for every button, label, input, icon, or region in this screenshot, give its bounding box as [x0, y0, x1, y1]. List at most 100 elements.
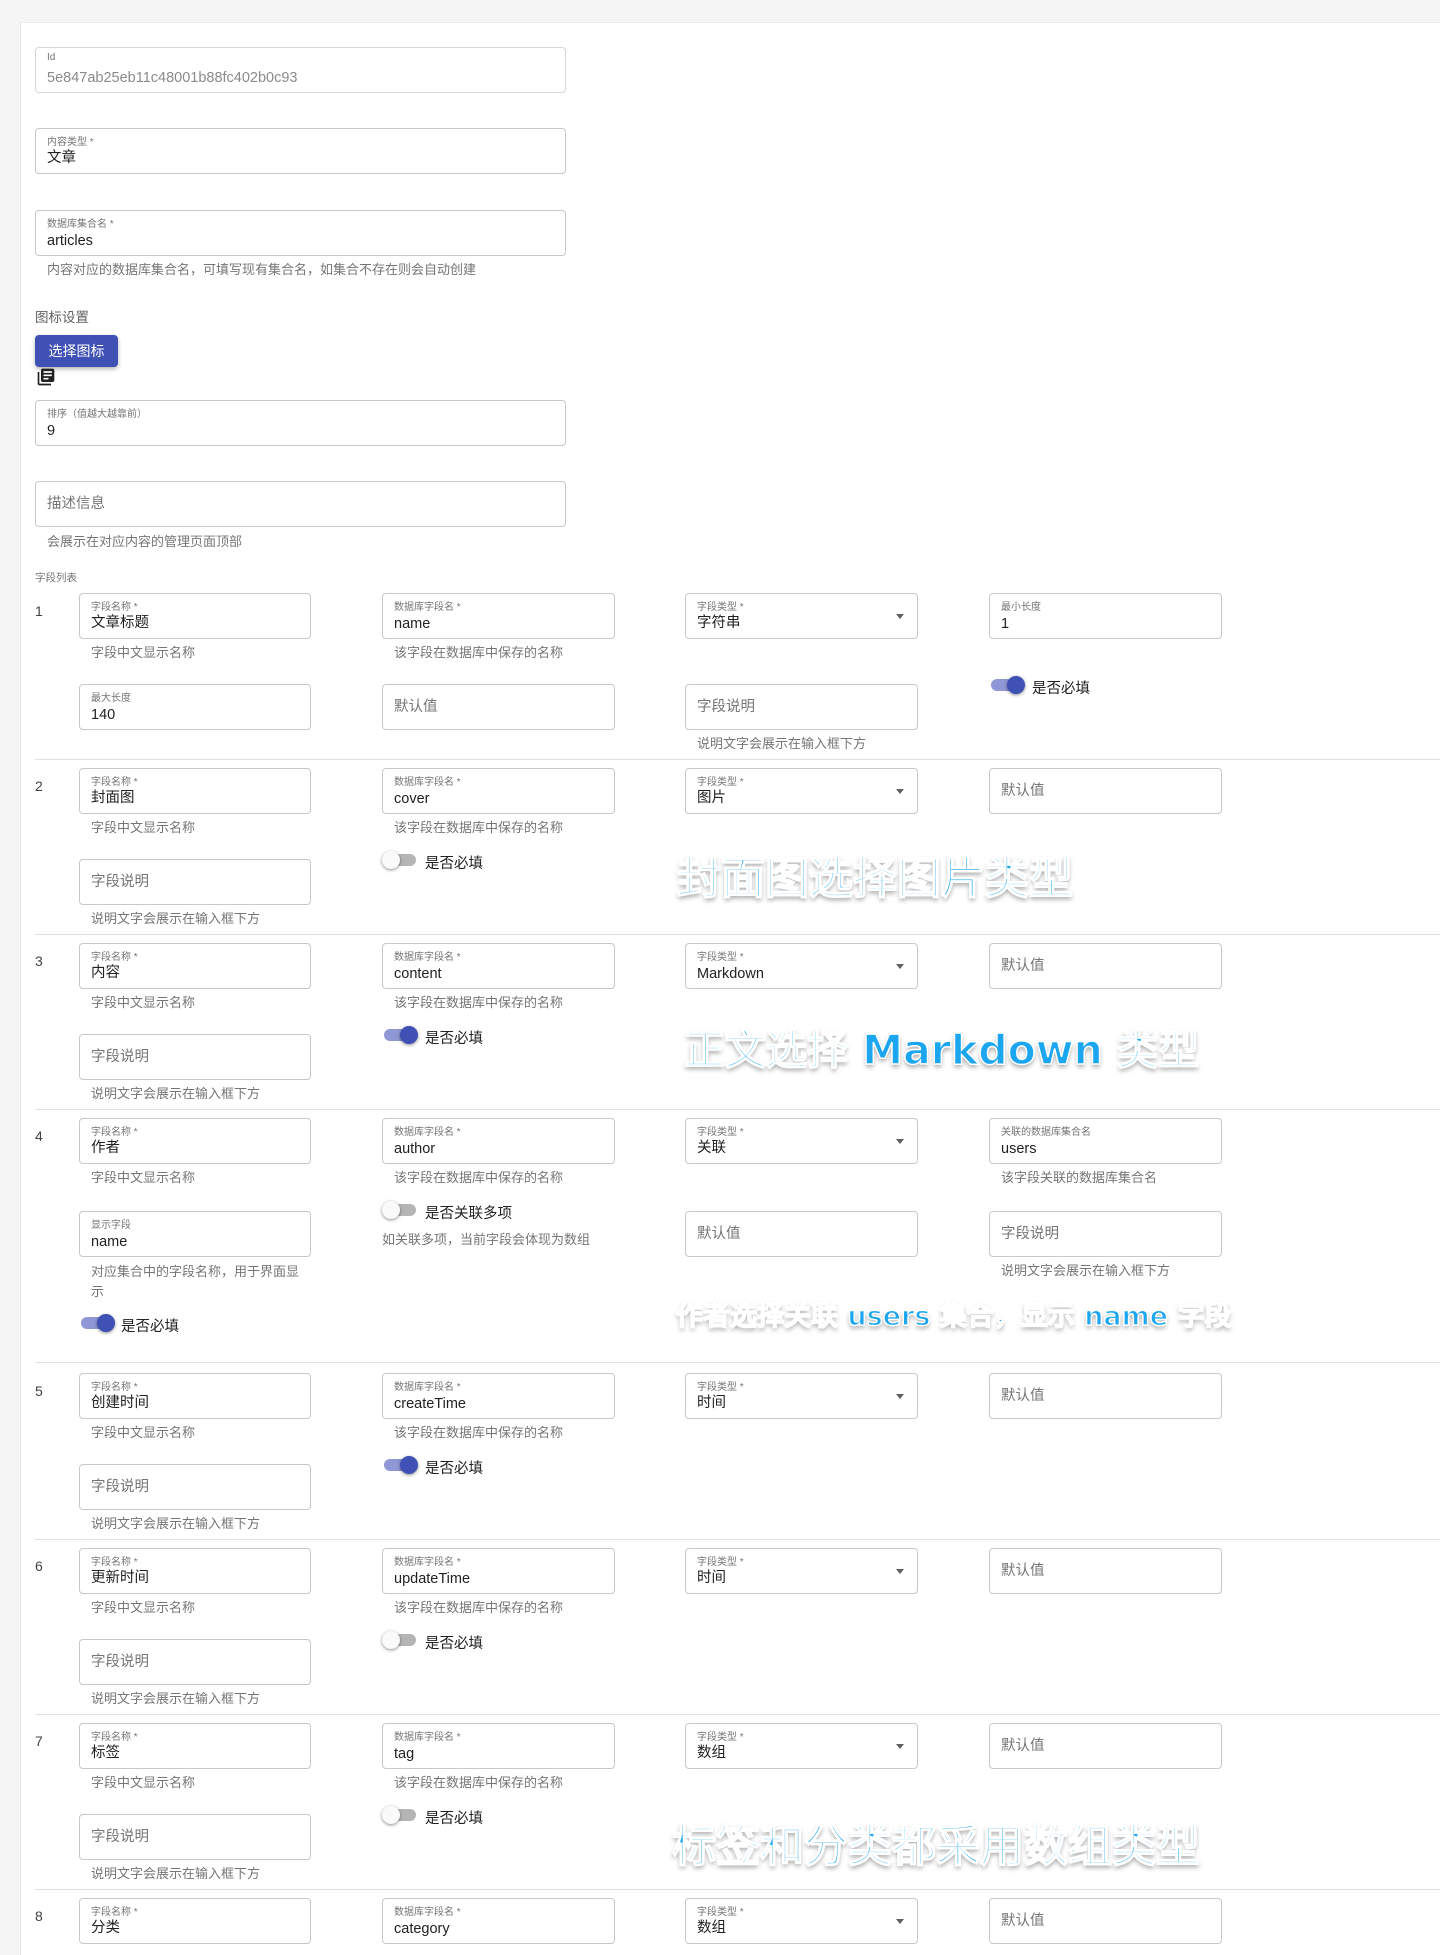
field-description-input[interactable]: 字段说明 — [79, 1814, 311, 1860]
icon-settings-label: 图标设置 — [35, 310, 89, 325]
input-label: 数据库字段名 * — [394, 1557, 461, 1568]
input-placeholder: 默认值 — [1001, 1563, 1045, 1579]
field-type-select[interactable]: 字段类型 * 时间 — [685, 1373, 918, 1419]
dropdown-arrow-icon — [896, 1569, 904, 1574]
input-value: content — [394, 966, 442, 982]
min-length-input[interactable]: 最小长度 1 — [989, 593, 1222, 639]
default-value-input[interactable]: 默认值 — [989, 1373, 1222, 1419]
default-value-input[interactable]: 默认值 — [382, 684, 615, 730]
db-field-name-helper: 该字段在数据库中保存的名称 — [394, 645, 564, 660]
db-field-name-input[interactable]: 数据库字段名 * name — [382, 593, 615, 639]
input-value: 标签 — [91, 1745, 120, 1761]
required-toggle[interactable] — [382, 850, 418, 870]
row-divider — [35, 1539, 1440, 1540]
order-field[interactable]: 排序（值越大越靠前） 9 — [35, 400, 566, 446]
field-description-input[interactable]: 字段说明 — [79, 1464, 311, 1510]
row-divider — [35, 1109, 1440, 1110]
default-value-input[interactable]: 默认值 — [989, 1898, 1222, 1944]
field-type-select[interactable]: 字段类型 * 关联 — [685, 1118, 918, 1164]
default-value-input[interactable]: 默认值 — [685, 1211, 918, 1257]
field-description-helper: 说明文字会展示在输入框下方 — [697, 736, 867, 751]
db-field-name-input[interactable]: 数据库字段名 * createTime — [382, 1373, 615, 1419]
field-description-input[interactable]: 字段说明 — [685, 684, 918, 730]
input-placeholder: 字段说明 — [91, 874, 149, 890]
input-placeholder: 字段说明 — [697, 699, 755, 715]
required-toggle[interactable] — [382, 1455, 418, 1475]
required-toggle[interactable] — [989, 675, 1025, 695]
input-label: 数据库字段名 * — [394, 777, 461, 788]
field-name-input[interactable]: 字段名称 * 更新时间 — [79, 1548, 311, 1594]
field-name-input[interactable]: 字段名称 * 作者 — [79, 1118, 311, 1164]
db-field-name-input[interactable]: 数据库字段名 * tag — [382, 1723, 615, 1769]
field-name-input[interactable]: 字段名称 * 文章标题 — [79, 593, 311, 639]
description-helper: 会展示在对应内容的管理页面顶部 — [47, 534, 243, 549]
field-description-input[interactable]: 字段说明 — [989, 1211, 1222, 1257]
dropdown-arrow-icon — [896, 1744, 904, 1749]
db-field-name-helper: 该字段在数据库中保存的名称 — [394, 1775, 564, 1790]
field-description-helper: 说明文字会展示在输入框下方 — [91, 911, 261, 926]
id-field[interactable]: Id 5e847ab25eb11c48001b88fc402b0c93 — [35, 47, 566, 93]
max-length-input[interactable]: 最大长度 140 — [79, 684, 311, 730]
content-type-value: 文章 — [47, 150, 76, 166]
collection-name-value: articles — [47, 233, 93, 249]
description-field[interactable]: 描述信息 — [35, 481, 566, 527]
db-field-name-input[interactable]: 数据库字段名 * cover — [382, 768, 615, 814]
db-field-name-helper: 该字段在数据库中保存的名称 — [394, 1600, 564, 1615]
field-name-input[interactable]: 字段名称 * 创建时间 — [79, 1373, 311, 1419]
collection-name-field[interactable]: 数据库集合名 * articles — [35, 210, 566, 256]
input-value: updateTime — [394, 1571, 471, 1587]
db-field-name-input[interactable]: 数据库字段名 * author — [382, 1118, 615, 1164]
field-row-index: 3 — [35, 953, 43, 969]
field-type-select[interactable]: 字段类型 * 时间 — [685, 1548, 918, 1594]
input-placeholder: 字段说明 — [91, 1654, 149, 1670]
id-label: Id — [47, 52, 56, 63]
field-description-input[interactable]: 字段说明 — [79, 1639, 311, 1685]
field-description-helper: 说明文字会展示在输入框下方 — [91, 1516, 261, 1531]
default-value-input[interactable]: 默认值 — [989, 1548, 1222, 1594]
db-field-name-input[interactable]: 数据库字段名 * category — [382, 1898, 615, 1944]
input-label: 字段类型 * — [697, 952, 744, 963]
field-type-select[interactable]: 字段类型 * 数组 — [685, 1898, 918, 1944]
field-type-select[interactable]: 字段类型 * 图片 — [685, 768, 918, 814]
multiple-toggle[interactable] — [382, 1200, 418, 1220]
db-field-name-input[interactable]: 数据库字段名 * updateTime — [382, 1548, 615, 1594]
required-toggle[interactable] — [79, 1313, 115, 1333]
field-type-select[interactable]: 字段类型 * 字符串 — [685, 593, 918, 639]
field-description-helper: 说明文字会展示在输入框下方 — [1001, 1263, 1171, 1278]
related-collection-input[interactable]: 关联的数据库集合名 users — [989, 1118, 1222, 1164]
required-label: 是否必填 — [425, 1461, 483, 1477]
field-name-helper: 字段中文显示名称 — [91, 995, 196, 1010]
field-name-input[interactable]: 字段名称 * 封面图 — [79, 768, 311, 814]
field-description-input[interactable]: 字段说明 — [79, 859, 311, 905]
choose-icon-button[interactable]: 选择图标 — [35, 335, 118, 367]
default-value-input[interactable]: 默认值 — [989, 1723, 1222, 1769]
input-placeholder: 默认值 — [1001, 958, 1045, 974]
field-type-select[interactable]: 字段类型 * Markdown — [685, 943, 918, 989]
annotation-content: 正文选择 Markdown 类型 — [683, 1025, 1200, 1075]
required-toggle[interactable] — [382, 1025, 418, 1045]
field-row-index: 8 — [35, 1908, 43, 1924]
input-value: 文章标题 — [91, 615, 149, 631]
field-row-index: 2 — [35, 778, 43, 794]
input-placeholder: 默认值 — [1001, 1388, 1045, 1404]
required-toggle[interactable] — [382, 1805, 418, 1825]
field-name-input[interactable]: 字段名称 * 标签 — [79, 1723, 311, 1769]
required-toggle[interactable] — [382, 1630, 418, 1650]
input-value: 字符串 — [697, 615, 741, 631]
field-name-input[interactable]: 字段名称 * 内容 — [79, 943, 311, 989]
display-field-helper: 对应集合中的字段名称，用于界面显示 — [91, 1264, 300, 1299]
field-row-index: 7 — [35, 1733, 43, 1749]
required-label: 是否必填 — [425, 1031, 483, 1047]
display-field-input[interactable]: 显示字段 name — [79, 1211, 311, 1257]
multiple-label: 是否关联多项 — [425, 1206, 512, 1222]
input-value: 时间 — [697, 1395, 726, 1411]
field-row-index: 6 — [35, 1558, 43, 1574]
content-type-field[interactable]: 内容类型 * 文章 — [35, 128, 566, 174]
input-placeholder: 字段说明 — [91, 1049, 149, 1065]
field-name-input[interactable]: 字段名称 * 分类 — [79, 1898, 311, 1944]
default-value-input[interactable]: 默认值 — [989, 768, 1222, 814]
db-field-name-input[interactable]: 数据库字段名 * content — [382, 943, 615, 989]
default-value-input[interactable]: 默认值 — [989, 943, 1222, 989]
field-type-select[interactable]: 字段类型 * 数组 — [685, 1723, 918, 1769]
field-description-input[interactable]: 字段说明 — [79, 1034, 311, 1080]
